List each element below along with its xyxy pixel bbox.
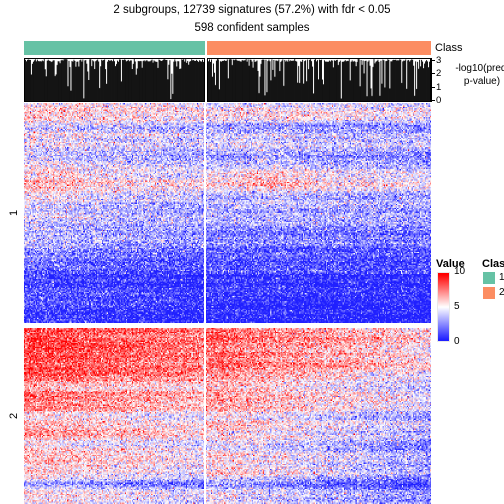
class-legend-title: Class bbox=[482, 258, 504, 270]
class-legend: Class 1 2 bbox=[482, 258, 504, 299]
pvalue-barplot-group-2 bbox=[207, 58, 431, 102]
pvalue-axis-tick-label: 0 bbox=[436, 95, 442, 106]
row-group-title-1: 1 bbox=[8, 209, 20, 217]
pvalue-axis-tick-label: 3 bbox=[436, 55, 442, 66]
pvalue-barplot-canvas-2 bbox=[208, 59, 430, 101]
heatmap-canvas-row2-col2 bbox=[206, 328, 431, 504]
class-annotation-bar bbox=[24, 41, 431, 55]
page-subtitle: 598 confident samples bbox=[194, 22, 310, 34]
class-legend-label-1: 1 bbox=[499, 272, 504, 283]
heatmap-block-row2-col1 bbox=[24, 328, 204, 504]
heatmap-canvas-row1-col2 bbox=[206, 103, 431, 323]
pvalue-axis-line bbox=[431, 58, 432, 102]
pvalue-axis-tick bbox=[431, 100, 435, 101]
pvalue-barplot-canvas-1 bbox=[25, 59, 204, 101]
pvalue-barplot-group-1 bbox=[24, 58, 205, 102]
pvalue-axis-tick bbox=[431, 60, 435, 61]
heatmap-canvas-row1-col1 bbox=[24, 103, 204, 323]
class-legend-swatch-2 bbox=[483, 287, 495, 299]
heatmap-figure: 2 subgroups, 12739 signatures (57.2%) wi… bbox=[0, 0, 504, 504]
row-group-title-2: 2 bbox=[8, 412, 20, 420]
class-annotation-segment-1 bbox=[24, 41, 205, 55]
class-annotation-label: Class bbox=[435, 42, 463, 54]
heatmap-block-row2-col2 bbox=[206, 328, 431, 504]
class-annotation-segment-2 bbox=[207, 41, 431, 55]
value-legend-tick-label: 5 bbox=[454, 301, 460, 312]
pvalue-axis-tick bbox=[431, 86, 435, 88]
pvalue-axis-tick-label: 2 bbox=[436, 68, 442, 80]
heatmap-canvas-row2-col1 bbox=[24, 328, 204, 504]
page-title: 2 subgroups, 12739 signatures (57.2%) wi… bbox=[113, 4, 391, 16]
pvalue-axis-tick bbox=[431, 73, 435, 75]
value-legend-tick-label: 10 bbox=[454, 266, 466, 277]
pvalue-axis-title: -log10(predi p-value) bbox=[452, 62, 504, 88]
pvalue-axis-tick-label: 1 bbox=[436, 81, 442, 93]
class-legend-swatch-1 bbox=[483, 272, 495, 284]
pvalue-axis-title-line1: -log10(predi bbox=[455, 63, 504, 74]
class-legend-label-2: 2 bbox=[499, 287, 504, 298]
heatmap-block-row1-col2 bbox=[206, 103, 431, 323]
pvalue-axis: 3 21 0 bbox=[431, 55, 453, 106]
pvalue-barplot-annotation bbox=[24, 58, 431, 102]
value-legend-tick-label: 0 bbox=[454, 336, 460, 347]
pvalue-axis-title-line2: p-value) bbox=[463, 76, 501, 87]
value-legend-gradient bbox=[437, 272, 450, 342]
heatmap-block-row1-col1 bbox=[24, 103, 204, 323]
